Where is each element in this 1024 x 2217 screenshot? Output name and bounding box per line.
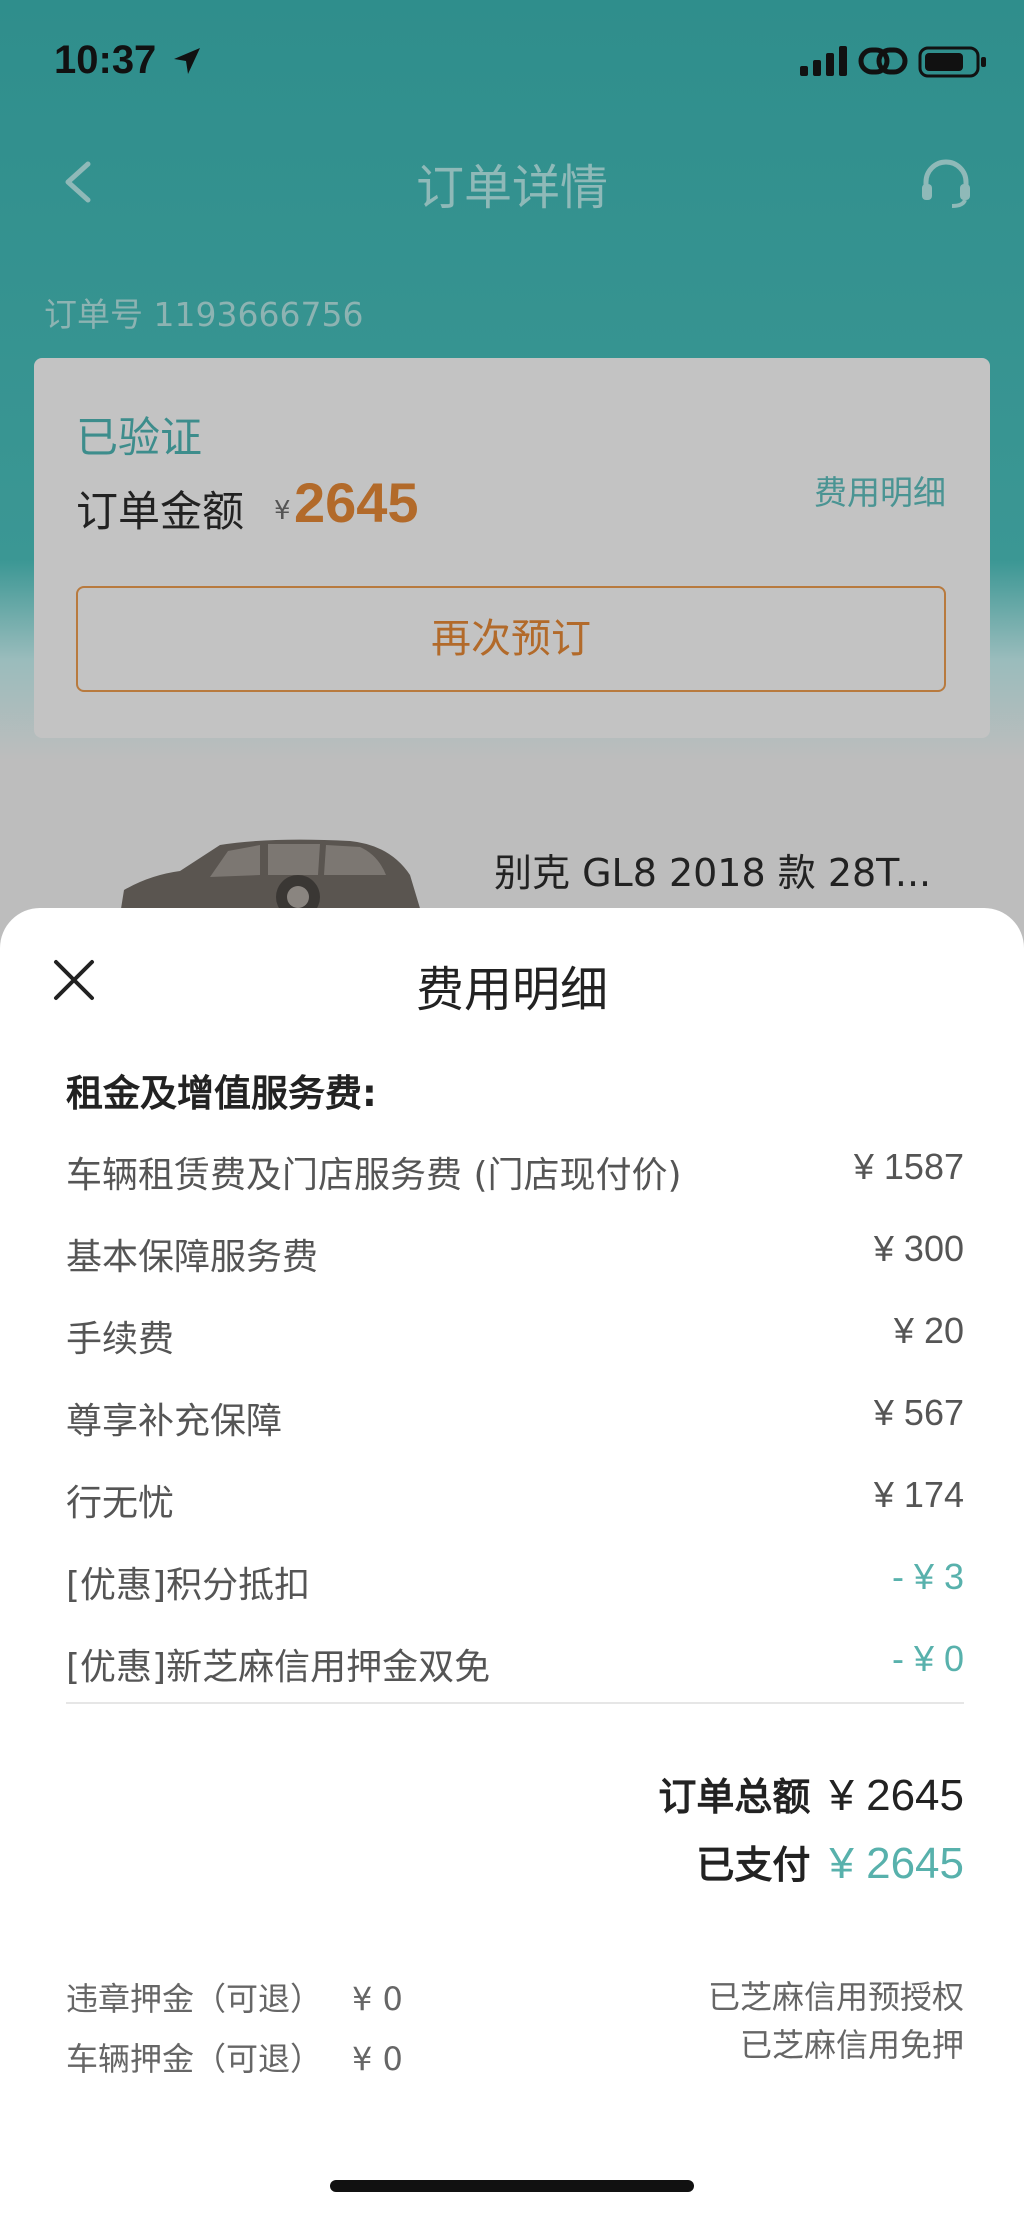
rebook-button[interactable]: 再次预订 xyxy=(76,586,946,692)
currency-symbol: ¥ xyxy=(274,496,291,526)
car-title[interactable]: 别克 GL8 2018 款 28T... xyxy=(494,842,931,897)
fee-name: 车辆租赁费及门店服务费 (门店现付价) xyxy=(66,1155,682,1196)
deposit-label: 违章押金（可退） xyxy=(66,1980,323,2018)
fee-name: [优惠]积分抵扣 xyxy=(66,1565,311,1606)
order-status-card: 已验证 订单金额 ¥ 2645 费用明细 再次预订 xyxy=(34,358,990,738)
preauth-status: 已芝麻信用预授权 xyxy=(707,1978,964,2016)
discount-row: [优惠]积分抵扣 - ¥ 3 xyxy=(66,1556,964,1606)
order-number: 订单号 1193666756 xyxy=(44,295,364,334)
paid-label: 已支付 xyxy=(696,1843,811,1887)
fee-amount: ¥ 20 xyxy=(893,1310,964,1351)
discount-amount: - ¥ 0 xyxy=(891,1638,964,1679)
order-amount-value: 2645 xyxy=(294,471,419,534)
deposit-value: ¥ 0 xyxy=(352,1980,403,2018)
discount-amount: - ¥ 3 xyxy=(891,1556,964,1597)
fee-name: 尊享补充保障 xyxy=(66,1401,283,1442)
page-title: 订单详情 xyxy=(415,160,608,216)
fee-name: [优惠]新芝麻信用押金双免 xyxy=(66,1647,491,1688)
total-value: ¥ 2645 xyxy=(829,1771,964,1820)
fee-amount: ¥ 300 xyxy=(873,1228,964,1269)
sheet-title: 费用明细 xyxy=(415,962,608,1018)
hotspot-link-icon xyxy=(858,47,908,75)
status-time: 10:37 xyxy=(54,38,157,82)
deposit-free-status: 已芝麻信用免押 xyxy=(739,2026,964,2064)
fee-row: 基本保障服务费 ¥ 300 xyxy=(66,1228,964,1278)
total-label: 订单总额 xyxy=(658,1775,811,1819)
fee-name: 行无忧 xyxy=(66,1483,175,1524)
fee-detail-link[interactable]: 费用明细 xyxy=(814,466,946,514)
vehicle-deposit: 车辆押金（可退） ¥ 0 xyxy=(66,2034,403,2080)
location-arrow-icon xyxy=(174,48,200,74)
battery-icon xyxy=(918,46,986,78)
fee-row: 行无忧 ¥ 174 xyxy=(66,1474,964,1524)
fee-row: 尊享补充保障 ¥ 567 xyxy=(66,1392,964,1442)
paid-value: ¥ 2645 xyxy=(829,1839,964,1888)
deposit-label: 车辆押金（可退） xyxy=(66,2040,323,2078)
home-indicator[interactable] xyxy=(330,2180,694,2192)
paid-total: 已支付 ¥ 2645 xyxy=(696,1834,964,1889)
discount-row: [优惠]新芝麻信用押金双免 - ¥ 0 xyxy=(66,1638,964,1688)
divider xyxy=(66,1702,964,1704)
customer-service-headset-icon[interactable] xyxy=(918,154,974,210)
order-status: 已验证 xyxy=(76,413,203,462)
fee-row: 车辆租赁费及门店服务费 (门店现付价) ¥ 1587 xyxy=(66,1146,964,1196)
deposit-value: ¥ 0 xyxy=(352,2040,403,2078)
fee-detail-sheet: 费用明细 租金及增值服务费: 车辆租赁费及门店服务费 (门店现付价) ¥ 158… xyxy=(0,908,1024,2217)
fee-amount: ¥ 1587 xyxy=(853,1146,964,1187)
cellular-signal-icon xyxy=(800,46,847,76)
car-thumbnail xyxy=(120,839,422,915)
fee-row: 手续费 ¥ 20 xyxy=(66,1310,964,1360)
section-title: 租金及增值服务费: xyxy=(66,1072,377,1115)
order-total: 订单总额 ¥ 2645 xyxy=(658,1766,964,1821)
nav-bar: 订单详情 xyxy=(0,140,1024,220)
fee-name: 基本保障服务费 xyxy=(66,1237,319,1278)
order-amount-label: 订单金额 xyxy=(76,487,245,536)
violation-deposit: 违章押金（可退） ¥ 0 xyxy=(66,1974,403,2020)
fee-amount: ¥ 567 xyxy=(873,1392,964,1433)
status-bar: 10:37 xyxy=(0,0,1024,120)
fee-name: 手续费 xyxy=(66,1319,175,1360)
fee-amount: ¥ 174 xyxy=(873,1474,964,1515)
